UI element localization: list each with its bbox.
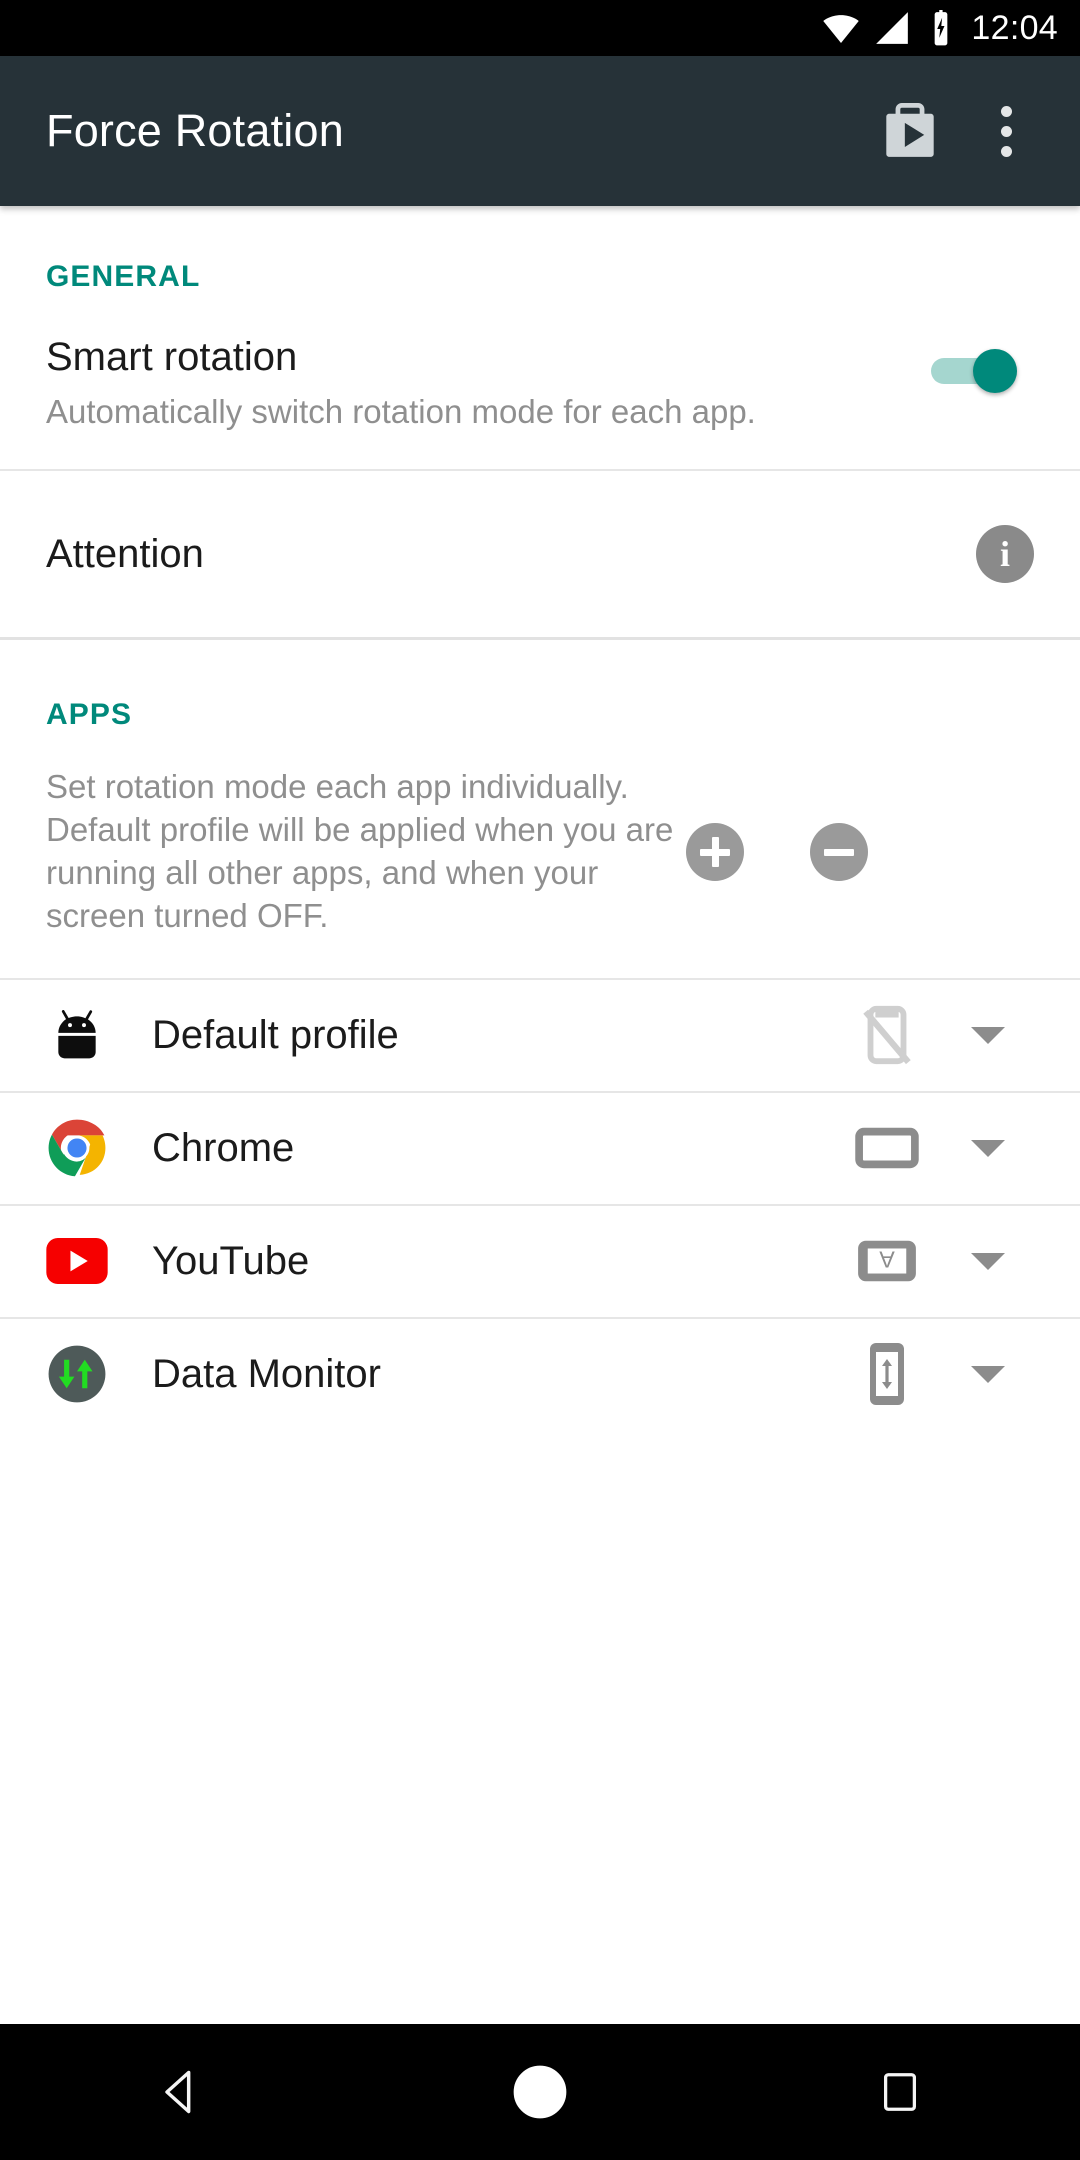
recents-square-icon xyxy=(883,2073,917,2111)
navigation-bar xyxy=(0,2024,1080,2160)
smart-rotation-toggle[interactable] xyxy=(931,349,1017,393)
home-circle-icon xyxy=(513,2065,567,2119)
chevron-down-icon xyxy=(971,1252,1005,1270)
android-robot-icon xyxy=(58,1010,96,1059)
app-name: YouTube xyxy=(152,1238,310,1283)
app-icon-wrapper xyxy=(46,1004,108,1066)
apps-description-row: Set rotation mode each app individually.… xyxy=(0,732,1080,978)
app-name: Default profile xyxy=(152,1012,399,1057)
app-icon-wrapper xyxy=(46,1117,108,1179)
apps-actions xyxy=(686,823,892,882)
remove-app-button[interactable] xyxy=(810,823,868,882)
smart-rotation-control xyxy=(914,334,1034,393)
play-store-icon xyxy=(886,103,934,157)
chevron-down-icon xyxy=(971,1026,1005,1044)
app-row-data-monitor[interactable]: Data Monitor xyxy=(0,1319,1080,1430)
section-header-general: GENERAL xyxy=(46,260,201,293)
landscape-icon xyxy=(855,1128,919,1169)
app-icon-wrapper xyxy=(46,1230,108,1292)
expand-dropdown-button[interactable] xyxy=(942,1252,1034,1270)
smart-rotation-title: Smart rotation xyxy=(46,335,298,379)
chevron-down-icon xyxy=(971,1365,1005,1383)
battery-charging-icon xyxy=(935,9,948,46)
status-bar: 12:04 xyxy=(0,0,1080,56)
apps-description: Set rotation mode each app individually.… xyxy=(46,768,674,935)
app-icon-wrapper xyxy=(46,1343,108,1405)
app-name: Data Monitor xyxy=(152,1351,381,1396)
cellular-signal-icon xyxy=(876,12,909,44)
app-toolbar: Force Rotation xyxy=(0,56,1080,206)
app-name: Chrome xyxy=(152,1125,295,1170)
status-bar-clock: 12:04 xyxy=(971,8,1058,47)
svg-text:A: A xyxy=(879,1247,895,1273)
chevron-down-icon xyxy=(971,1139,1005,1157)
app-row-chrome[interactable]: Chrome xyxy=(0,1093,1080,1204)
smart-rotation-text: Smart rotation Automatically switch rota… xyxy=(46,334,914,433)
toggle-thumb xyxy=(973,349,1017,393)
minus-icon xyxy=(824,848,854,856)
add-app-button[interactable] xyxy=(686,823,744,882)
rotation-mode-button[interactable] xyxy=(832,1002,942,1068)
home-button[interactable] xyxy=(450,2024,630,2160)
data-monitor-icon xyxy=(48,1346,106,1403)
chrome-icon xyxy=(48,1120,106,1177)
preference-attention[interactable]: Attention i xyxy=(0,471,1080,637)
wifi-icon xyxy=(823,15,860,44)
rotation-locked-icon xyxy=(863,1006,911,1065)
play-store-button[interactable] xyxy=(862,83,958,179)
preference-smart-rotation[interactable]: Smart rotation Automatically switch rota… xyxy=(0,294,1080,469)
section-header-apps: APPS xyxy=(46,698,133,732)
app-row-youtube[interactable]: YouTube A xyxy=(0,1206,1080,1317)
rotation-mode-button[interactable] xyxy=(832,1340,942,1408)
overflow-menu-button[interactable] xyxy=(958,83,1054,179)
youtube-icon xyxy=(46,1238,108,1285)
attention-title: Attention xyxy=(46,531,204,576)
expand-dropdown-button[interactable] xyxy=(942,1365,1034,1383)
app-row-default-profile[interactable]: Default profile xyxy=(0,980,1080,1091)
reverse-landscape-icon: A xyxy=(858,1241,916,1282)
recents-button[interactable] xyxy=(810,2024,990,2160)
rotation-mode-button[interactable]: A xyxy=(832,1235,942,1287)
back-triangle-icon xyxy=(165,2070,191,2114)
expand-dropdown-button[interactable] xyxy=(942,1139,1034,1157)
info-icon[interactable]: i xyxy=(976,525,1034,584)
settings-content: GENERAL Smart rotation Automatically swi… xyxy=(0,206,1080,2024)
phone-screen: 12:04 Force Rotation GENERAL Smart rotat… xyxy=(0,0,1080,2160)
auto-portrait-icon xyxy=(870,1343,904,1406)
rotation-mode-button[interactable] xyxy=(832,1123,942,1173)
smart-rotation-subtitle: Automatically switch rotation mode for e… xyxy=(46,393,756,431)
expand-dropdown-button[interactable] xyxy=(942,1026,1034,1044)
more-options-icon xyxy=(1000,105,1012,157)
app-title: Force Rotation xyxy=(46,105,344,156)
back-button[interactable] xyxy=(90,2024,270,2160)
